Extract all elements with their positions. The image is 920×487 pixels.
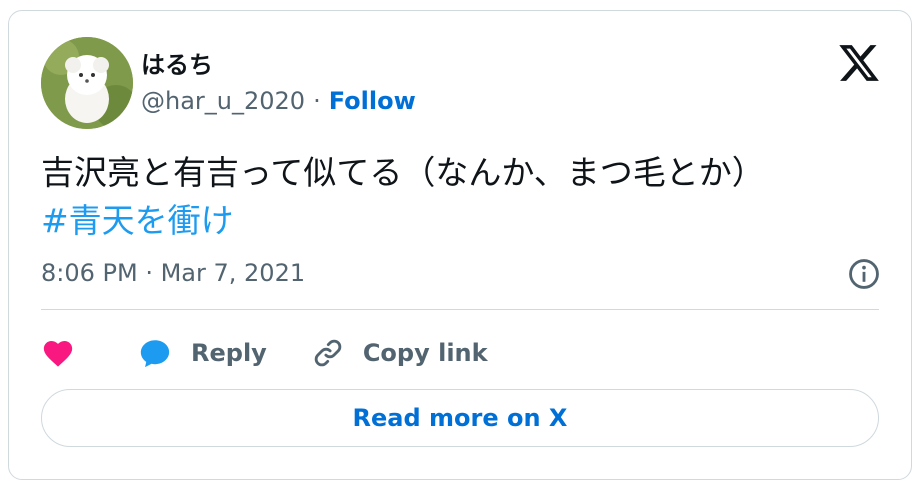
- x-logo-icon[interactable]: [837, 41, 881, 85]
- tweet-timestamp[interactable]: 8:06 PM · Mar 7, 2021: [41, 259, 305, 287]
- user-handle[interactable]: @har_u_2020: [141, 87, 305, 115]
- link-icon: [314, 339, 342, 367]
- info-icon[interactable]: [847, 257, 881, 291]
- copy-link-label: Copy link: [362, 339, 488, 367]
- reply-button[interactable]: Reply: [137, 336, 267, 370]
- tweet-body: 吉沢亮と有吉って似てる（なんか、まつ毛とか）: [41, 153, 765, 192]
- read-more-button[interactable]: Read more on X: [41, 389, 879, 447]
- heart-icon: [43, 340, 73, 367]
- follow-link[interactable]: Follow: [329, 87, 416, 115]
- copy-link-button[interactable]: Copy link: [311, 336, 488, 370]
- reply-bubble-icon: [140, 340, 170, 368]
- like-button[interactable]: [41, 336, 75, 370]
- handle-row: @har_u_2020 · Follow: [141, 87, 416, 115]
- tweet-text: 吉沢亮と有吉って似てる（なんか、まつ毛とか） #青天を衝け: [41, 149, 891, 245]
- tweet-card: はるち @har_u_2020 · Follow 吉沢亮と有吉って似てる（なんか…: [8, 10, 912, 480]
- reply-label: Reply: [191, 339, 267, 367]
- action-bar: Reply Copy link: [41, 331, 488, 375]
- display-name[interactable]: はるち: [141, 45, 213, 80]
- divider: [41, 309, 879, 310]
- separator: ·: [313, 87, 321, 115]
- avatar-image: [41, 37, 133, 129]
- hashtag-link[interactable]: #青天を衝け: [41, 197, 891, 245]
- avatar[interactable]: [41, 37, 133, 129]
